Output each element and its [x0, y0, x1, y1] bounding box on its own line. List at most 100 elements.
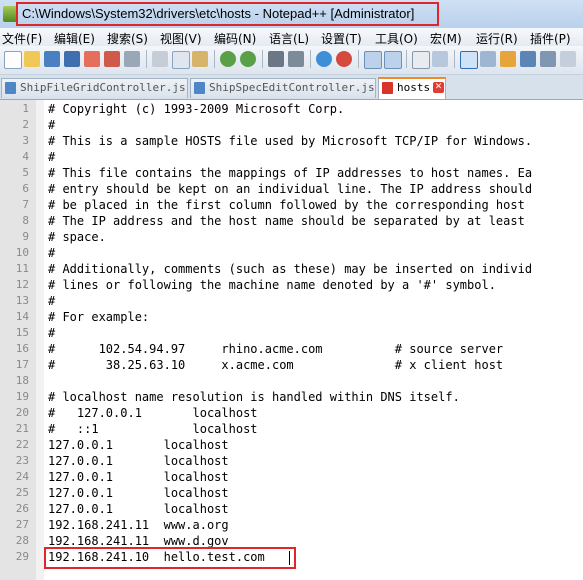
menu-plugins[interactable]: 插件(P) [530, 30, 571, 47]
code-line[interactable]: 26 127.0.0.1 localhost [0, 501, 583, 517]
code-line[interactable]: 1 # Copyright (c) 1993-2009 Microsoft Cor… [0, 101, 583, 117]
line-text[interactable]: 127.0.0.1 localhost [48, 437, 229, 453]
menu-run[interactable]: 运行(R) [476, 30, 518, 47]
code-line[interactable]: 16 # 102.54.94.97 rhino.acme.com # source… [0, 341, 583, 357]
replace-icon[interactable] [288, 51, 304, 67]
line-text[interactable]: # The IP address and the host name shoul… [48, 213, 525, 229]
menu-tools[interactable]: 工具(O) [375, 30, 418, 47]
tab-shipspeceditcontroller[interactable]: ShipSpecEditController.js [190, 78, 376, 98]
cut-icon[interactable] [152, 51, 168, 67]
code-line[interactable]: 10 # [0, 245, 583, 261]
code-line[interactable]: 25 127.0.0.1 localhost [0, 485, 583, 501]
word-wrap-icon[interactable] [412, 51, 430, 69]
code-line[interactable]: 11 # Additionally, comments (such as thes… [0, 261, 583, 277]
line-text[interactable]: 127.0.0.1 localhost [48, 453, 229, 469]
code-line[interactable]: 24 127.0.0.1 localhost [0, 469, 583, 485]
code-line[interactable]: 15 # [0, 325, 583, 341]
line-text[interactable]: 127.0.0.1 localhost [48, 501, 229, 517]
open-file-icon[interactable] [24, 51, 40, 67]
line-text[interactable]: # entry should be kept on an individual … [48, 181, 532, 197]
undo-icon[interactable] [220, 51, 236, 67]
code-line[interactable]: 2 # [0, 117, 583, 133]
line-text[interactable]: # [48, 325, 55, 341]
code-line[interactable]: 8 # The IP address and the host name shou… [0, 213, 583, 229]
sync-vertical-icon[interactable] [364, 51, 382, 69]
code-line[interactable]: 6 # entry should be kept on an individual… [0, 181, 583, 197]
code-line[interactable]: 5 # This file contains the mappings of IP… [0, 165, 583, 181]
code-line[interactable]: 9 # space. [0, 229, 583, 245]
line-text[interactable]: # [48, 117, 55, 133]
print-icon[interactable] [124, 51, 140, 67]
line-text[interactable]: # Additionally, comments (such as these)… [48, 261, 532, 277]
title-bar[interactable]: C:\Windows\System32\drivers\etc\hosts - … [0, 0, 583, 28]
code-line[interactable]: 7 # be placed in the first column followe… [0, 197, 583, 213]
menu-file[interactable]: 文件(F) [2, 30, 42, 47]
menu-view[interactable]: 视图(V) [160, 30, 202, 47]
redo-icon[interactable] [240, 51, 256, 67]
zoom-out-icon[interactable] [336, 51, 352, 67]
code-line[interactable]: 12 # lines or following the machine name … [0, 277, 583, 293]
close-tab-icon[interactable]: ✕ [433, 82, 444, 93]
line-text[interactable]: # For example: [48, 309, 149, 325]
line-text[interactable]: # [48, 293, 55, 309]
close-all-icon[interactable] [104, 51, 120, 67]
code-line[interactable]: 18 [0, 373, 583, 389]
code-line[interactable]: 14 # For example: [0, 309, 583, 325]
code-line[interactable]: 3 # This is a sample HOSTS file used by M… [0, 133, 583, 149]
code-line[interactable]: 17 # 38.25.63.10 x.acme.com # x client ho… [0, 357, 583, 373]
menu-language[interactable]: 语言(L) [269, 30, 309, 47]
line-text[interactable]: # Copyright (c) 1993-2009 Microsoft Corp… [48, 101, 344, 117]
menu-settings[interactable]: 设置(T) [321, 30, 362, 47]
zoom-in-icon[interactable] [316, 51, 332, 67]
menu-encoding[interactable]: 编码(N) [214, 30, 256, 47]
show-all-chars-icon[interactable] [432, 51, 448, 67]
line-text[interactable]: 192.168.241.11 www.a.org [48, 517, 229, 533]
line-text[interactable]: # [48, 245, 55, 261]
code-line[interactable]: 22 127.0.0.1 localhost [0, 437, 583, 453]
editor-area[interactable]: 1 # Copyright (c) 1993-2009 Microsoft Cor… [0, 100, 583, 580]
line-text[interactable]: # 102.54.94.97 rhino.acme.com # source s… [48, 341, 503, 357]
line-text[interactable]: # This is a sample HOSTS file used by Mi… [48, 133, 532, 149]
new-file-icon[interactable] [4, 51, 22, 69]
code-line[interactable]: 13 # [0, 293, 583, 309]
line-text[interactable]: # [48, 149, 55, 165]
monitor-icon[interactable] [540, 51, 556, 67]
folder-workspace-icon[interactable] [520, 51, 536, 67]
code-line[interactable]: 27 192.168.241.11 www.a.org [0, 517, 583, 533]
sync-horizontal-icon[interactable] [384, 51, 402, 69]
copy-icon[interactable] [172, 51, 190, 69]
doc-map-icon[interactable] [480, 51, 496, 67]
line-text[interactable]: # 38.25.63.10 x.acme.com # x client host [48, 357, 503, 373]
menu-macro[interactable]: 宏(M) [430, 30, 462, 47]
line-text[interactable]: 127.0.0.1 localhost [48, 485, 229, 501]
line-text[interactable]: # lines or following the machine name de… [48, 277, 496, 293]
indent-guide-icon[interactable] [460, 51, 478, 69]
line-text[interactable]: # be placed in the first column followed… [48, 197, 525, 213]
line-number: 10 [15, 246, 29, 259]
line-number: 22 [15, 438, 29, 451]
save-icon[interactable] [44, 51, 60, 67]
line-text[interactable]: 127.0.0.1 localhost [48, 469, 229, 485]
notepadpp-app-icon[interactable] [3, 6, 17, 22]
menu-edit[interactable]: 编辑(E) [54, 30, 95, 47]
paste-icon[interactable] [192, 51, 208, 67]
code-line[interactable]: 19 # localhost name resolution is handled… [0, 389, 583, 405]
line-text[interactable]: # localhost name resolution is handled w… [48, 389, 460, 405]
line-text[interactable]: # space. [48, 229, 106, 245]
code-line[interactable]: 23 127.0.0.1 localhost [0, 453, 583, 469]
code-line[interactable]: 21 # ::1 localhost [0, 421, 583, 437]
line-text[interactable]: # This file contains the mappings of IP … [48, 165, 532, 181]
find-icon[interactable] [268, 51, 284, 67]
save-all-icon[interactable] [64, 51, 80, 67]
close-icon[interactable] [84, 51, 100, 67]
macro-record-icon[interactable] [560, 51, 576, 67]
line-text[interactable]: # 127.0.0.1 localhost [48, 405, 258, 421]
menu-search[interactable]: 搜索(S) [107, 30, 148, 47]
code-line[interactable]: 20 # 127.0.0.1 localhost [0, 405, 583, 421]
line-text[interactable]: # ::1 localhost [48, 421, 258, 437]
tab-shipfilegridcontroller[interactable]: ShipFileGridController.js [1, 78, 188, 98]
function-list-icon[interactable] [500, 51, 516, 67]
tab-hosts[interactable]: hosts ✕ [378, 77, 446, 99]
code-line[interactable]: 4 # [0, 149, 583, 165]
toolbar-separator [454, 50, 455, 68]
